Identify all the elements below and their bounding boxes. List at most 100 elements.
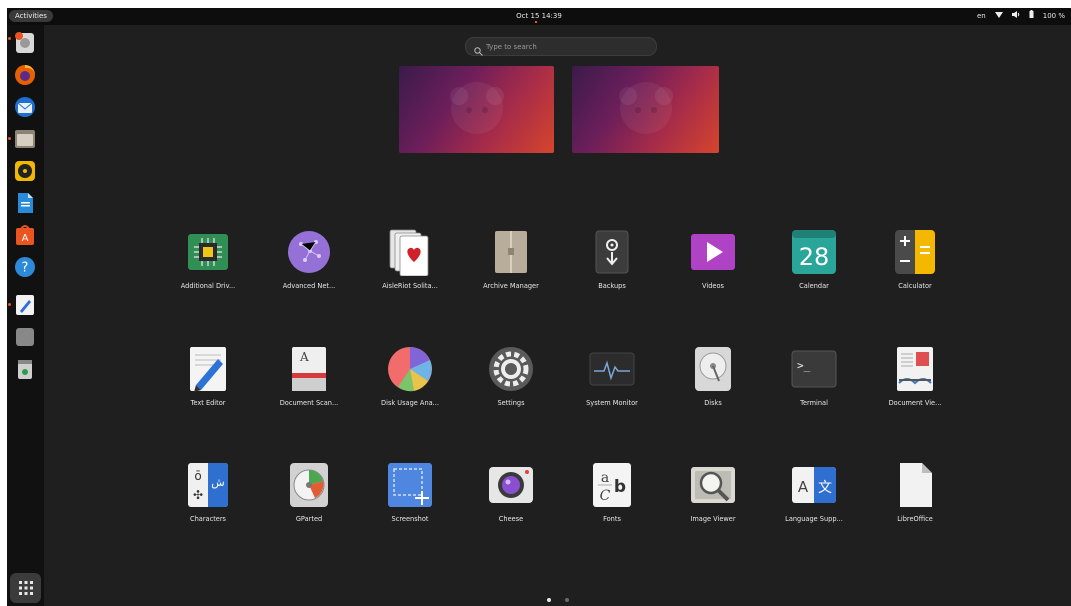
app-disk-usage-analyzer[interactable]: Disk Usage Ana... xyxy=(370,345,450,415)
app-additional-drivers[interactable]: Additional Driv... xyxy=(168,228,248,298)
translate-icon: A文 xyxy=(790,461,838,509)
workspace-thumbnail-2[interactable] xyxy=(572,66,719,153)
app-label: Videos xyxy=(702,282,724,290)
app-archive-manager[interactable]: Archive Manager xyxy=(471,228,551,298)
rhythmbox-icon[interactable] xyxy=(11,157,39,185)
svg-text:C: C xyxy=(600,488,611,504)
app-document-scanner[interactable]: A Document Scan... xyxy=(269,345,349,415)
app-text-editor[interactable]: Text Editor xyxy=(168,345,248,415)
app-label: Screenshot xyxy=(391,515,429,523)
dock: A ? xyxy=(7,25,44,606)
battery-percentage: 100 % xyxy=(1042,12,1065,20)
search-input[interactable] xyxy=(486,40,646,53)
app-calendar[interactable]: 28 Calendar xyxy=(774,228,854,298)
help-icon[interactable]: ? xyxy=(11,253,39,281)
app-label: System Monitor xyxy=(586,399,638,407)
battery-icon[interactable] xyxy=(1029,8,1034,25)
app-label: Cheese xyxy=(498,515,524,523)
app-label: Settings xyxy=(497,399,525,407)
search-box[interactable] xyxy=(465,37,657,56)
top-bar: Activities Oct 15 14:39 en 100 % xyxy=(7,8,1071,25)
notification-dot xyxy=(535,21,537,23)
app-language-support[interactable]: A文 Language Supp... xyxy=(774,461,854,531)
app-screenshot[interactable]: Screenshot xyxy=(370,461,450,531)
app-label: Fonts xyxy=(603,515,621,523)
workspace-thumbnail-1[interactable] xyxy=(399,66,554,153)
terminal-prompt: >_ xyxy=(797,359,811,372)
svg-text:文: 文 xyxy=(818,480,832,496)
svg-text:A: A xyxy=(798,478,809,496)
characters-icon: ō ش ✣ xyxy=(184,461,232,509)
app-libreoffice[interactable]: LibreOffice xyxy=(875,461,955,531)
grid-icon xyxy=(18,581,33,595)
show-applications-button[interactable] xyxy=(10,573,41,603)
app-label: Calendar xyxy=(799,282,829,290)
thunderbird-icon[interactable] xyxy=(11,93,39,121)
svg-text:A: A xyxy=(299,350,309,364)
app-system-monitor[interactable]: System Monitor xyxy=(572,345,652,415)
app-label: Backups xyxy=(598,282,626,290)
network-icon[interactable] xyxy=(994,8,1003,25)
app-gparted[interactable]: GParted xyxy=(269,461,349,531)
screenshot-icon xyxy=(386,461,434,509)
chip-icon xyxy=(184,228,232,276)
svg-text:b: b xyxy=(614,477,626,497)
app-label: GParted xyxy=(295,515,323,523)
writer-icon[interactable] xyxy=(11,189,39,217)
desktop-overview: Activities Oct 15 14:39 en 100 % A ? Typ… xyxy=(7,8,1071,606)
app-label: Characters xyxy=(190,515,226,523)
backup-safe-icon xyxy=(588,228,636,276)
text-editor-icon[interactable] xyxy=(11,291,39,319)
svg-text:A: A xyxy=(22,233,29,244)
firefox-icon[interactable] xyxy=(11,61,39,89)
app-label: Image Viewer xyxy=(690,515,736,523)
svg-text:a: a xyxy=(601,470,609,486)
app-label: Document Scan... xyxy=(279,399,339,407)
app-label: Additional Driv... xyxy=(180,282,236,290)
app-cheese[interactable]: Cheese xyxy=(471,461,551,531)
libreoffice-document-icon xyxy=(891,461,939,509)
archive-box-icon xyxy=(487,228,535,276)
monitor-graph-icon xyxy=(588,345,636,393)
software-store-icon[interactable]: A xyxy=(11,221,39,249)
app-label: Calculator xyxy=(898,282,932,290)
scanner-icon: A xyxy=(285,345,333,393)
app-label: Text Editor xyxy=(190,399,226,407)
app-document-viewer[interactable]: Document Vie... xyxy=(875,345,955,415)
app-videos[interactable]: Videos xyxy=(673,228,753,298)
app-label: Advanced Net... xyxy=(282,282,336,290)
gparted-icon xyxy=(285,461,333,509)
app-calculator[interactable]: Calculator xyxy=(875,228,955,298)
app-settings[interactable]: Settings xyxy=(471,345,551,415)
network-globe-icon xyxy=(285,228,333,276)
app-terminal[interactable]: >_ Terminal xyxy=(774,345,854,415)
page-dot-active[interactable] xyxy=(547,598,551,602)
app-label: Archive Manager xyxy=(483,282,539,290)
app-label: AisleRiot Solita... xyxy=(382,282,438,290)
app-backups[interactable]: Backups xyxy=(572,228,652,298)
hard-disk-icon xyxy=(689,345,737,393)
app-advanced-network[interactable]: Advanced Net... xyxy=(269,228,349,298)
blank-window-icon[interactable] xyxy=(11,323,39,351)
keyboard-layout[interactable]: en xyxy=(977,8,986,25)
clock[interactable]: Oct 15 14:39 xyxy=(7,8,1071,25)
app-fonts[interactable]: aCb Fonts xyxy=(572,461,652,531)
disk-update-icon[interactable] xyxy=(11,29,39,57)
system-tray[interactable]: en 100 % xyxy=(977,8,1065,25)
calculator-icon xyxy=(891,228,939,276)
app-label: Disk Usage Ana... xyxy=(381,399,439,407)
calendar-day: 28 xyxy=(799,243,830,271)
page-dot[interactable] xyxy=(565,598,569,602)
app-characters[interactable]: ō ش ✣ Characters xyxy=(168,461,248,531)
app-image-viewer[interactable]: Image Viewer xyxy=(673,461,753,531)
app-disks[interactable]: Disks xyxy=(673,345,753,415)
pie-chart-icon xyxy=(386,345,434,393)
trash-icon[interactable] xyxy=(11,355,39,383)
document-viewer-icon xyxy=(891,345,939,393)
app-aisleriot-solitaire[interactable]: AisleRiot Solita... xyxy=(370,228,450,298)
files-icon[interactable] xyxy=(11,125,39,153)
volume-icon[interactable] xyxy=(1011,8,1020,25)
app-label: Language Supp... xyxy=(785,515,843,523)
ubuntu-wallpaper-icon xyxy=(619,82,673,134)
app-label: LibreOffice xyxy=(897,515,933,523)
